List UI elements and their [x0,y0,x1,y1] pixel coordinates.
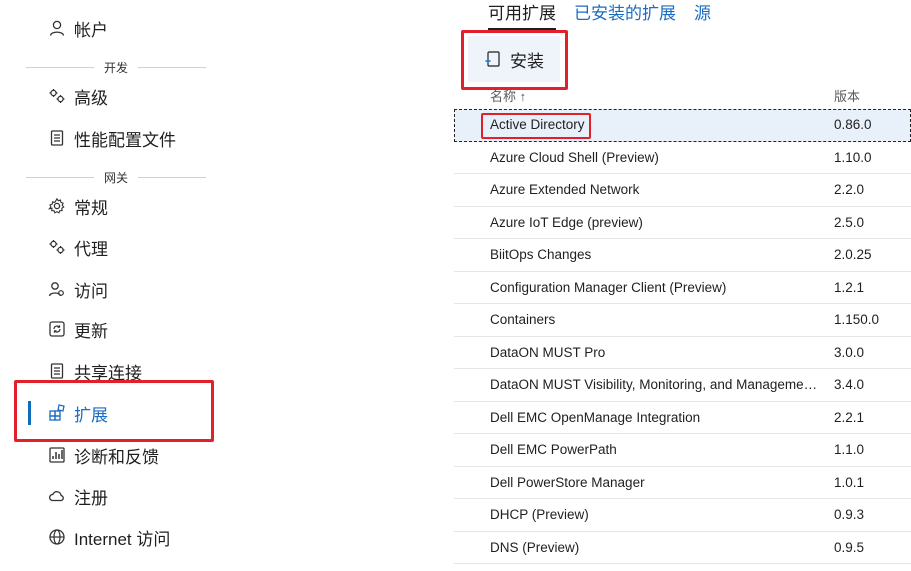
table-row[interactable]: DataON MUST Pro 3.0.0 [454,337,911,369]
sidebar-item-internet-access[interactable]: Internet 访问 [28,519,218,555]
section-title: 网关 [104,170,129,185]
section-header-gateway: 网关 [26,169,207,185]
table-row[interactable]: Configuration Manager Client (Preview) 1.… [454,272,911,304]
table-row[interactable]: DataON MUST Visibility, Monitoring, and … [454,369,911,402]
sidebar-item-label: 常规 [74,198,108,218]
extension-name: Dell EMC PowerPath [490,442,617,458]
sidebar-item-label: 诊断和反馈 [74,447,159,467]
tab-available-extensions[interactable]: 可用扩展 [488,2,556,30]
sidebar-item-update[interactable]: 更新 [28,311,218,347]
table-row[interactable]: Dell EMC OpenManage Integration 2.2.1 [454,402,911,434]
sidebar-item-advanced[interactable]: 高级 [28,78,218,114]
sidebar-item-label: 性能配置文件 [74,130,176,150]
extension-version: 2.5.0 [834,214,865,230]
table-row[interactable]: Azure Extended Network 2.2.0 [454,174,911,207]
extension-version: 2.2.1 [834,409,865,425]
sidebar-item-perf-profile[interactable]: 性能配置文件 [28,120,218,156]
tab-feeds[interactable]: 源 [694,2,711,30]
sidebar-item-label: Internet 访问 [74,529,171,549]
refresh-icon [48,320,66,338]
sidebar-item-general[interactable]: 常规 [28,188,218,224]
sidebar-item-proxy[interactable]: 代理 [28,229,218,265]
table-row[interactable]: Azure Cloud Shell (Preview) 1.10.0 [454,142,911,174]
extension-version: 1.150.0 [834,312,880,328]
sidebar-item-diagnostics[interactable]: 诊断和反馈 [28,437,218,473]
sidebar-item-label: 代理 [74,239,108,259]
table-row[interactable]: BiitOps Changes 2.0.25 [454,239,911,272]
extension-name: Containers [490,312,556,328]
extension-version: 3.0.0 [834,344,865,360]
extension-version: 1.1.0 [834,442,865,458]
sidebar-item-register[interactable]: 注册 [28,478,218,514]
extension-name: Configuration Manager Client (Preview) [490,279,727,295]
extension-name: DHCP (Preview) [490,507,589,523]
table-row[interactable]: Dell PowerStore Manager 1.0.1 [454,467,911,499]
table-row[interactable]: Dell EMC PowerPath 1.1.0 [454,434,911,467]
extension-version: 0.9.3 [834,507,865,523]
settings-sidebar: 帐户 开发 高级 性能配置文件 网关 常规 代理 访问 更新 共享连接 扩展 诊… [0,0,230,571]
person-icon [48,19,66,37]
extension-name: Azure Cloud Shell (Preview) [490,149,659,165]
extension-name: BiitOps Changes [490,247,592,263]
extension-name: Dell PowerStore Manager [490,474,645,490]
table-row[interactable]: DNS (Preview) 0.9.5 [454,532,911,564]
gears-icon [48,238,66,256]
table-row[interactable]: Containers 1.150.0 [454,304,911,337]
sidebar-item-label: 高级 [74,88,108,108]
extension-version: 1.10.0 [834,149,872,165]
diagnostics-icon [48,446,66,464]
sidebar-item-label: 访问 [74,281,108,301]
column-header-name[interactable]: 名称 ↑ [490,86,526,105]
extension-version: 0.86.0 [834,117,872,133]
highlight-box-active-directory [481,113,591,139]
extensions-table: Active Directory 0.86.0 Azure Cloud Shell… [454,109,911,564]
sidebar-item-access[interactable]: 访问 [28,271,218,307]
sidebar-item-label: 更新 [74,321,108,341]
extension-name: DataON MUST Pro [490,344,606,360]
extension-version: 1.0.1 [834,474,865,490]
extension-name: DataON MUST Visibility, Monitoring, and … [490,377,820,393]
gear-icon [48,197,66,215]
extension-version: 3.4.0 [834,377,865,393]
extension-version: 0.9.5 [834,539,865,555]
table-row[interactable]: Azure IoT Edge (preview) 2.5.0 [454,207,911,239]
tab-installed-extensions[interactable]: 已安装的扩展 [574,2,676,30]
extension-version: 2.0.25 [834,247,872,263]
gears-icon [48,87,66,105]
cloud-icon [48,487,66,505]
extension-name: Azure IoT Edge (preview) [490,214,643,230]
section-title: 开发 [104,60,129,75]
section-header-dev: 开发 [26,59,207,75]
extension-name: Azure Extended Network [490,182,640,198]
document-icon [48,129,66,147]
extension-name: Dell EMC OpenManage Integration [490,409,701,425]
highlight-box-install [461,30,568,90]
extension-version: 2.2.0 [834,182,865,198]
people-icon [48,280,66,298]
column-header-version[interactable]: 版本 [834,86,860,105]
document-icon [48,362,66,380]
extension-name: DNS (Preview) [490,539,580,555]
highlight-box-extensions [14,380,214,442]
sidebar-item-account[interactable]: 帐户 [28,10,218,46]
globe-icon [48,528,66,546]
table-row[interactable]: DHCP (Preview) 0.9.3 [454,499,911,532]
extension-version: 1.2.1 [834,279,865,295]
sidebar-item-label: 帐户 [74,20,108,40]
sidebar-item-label: 注册 [74,488,108,508]
extension-tabs: 可用扩展 已安装的扩展 源 [488,2,711,30]
